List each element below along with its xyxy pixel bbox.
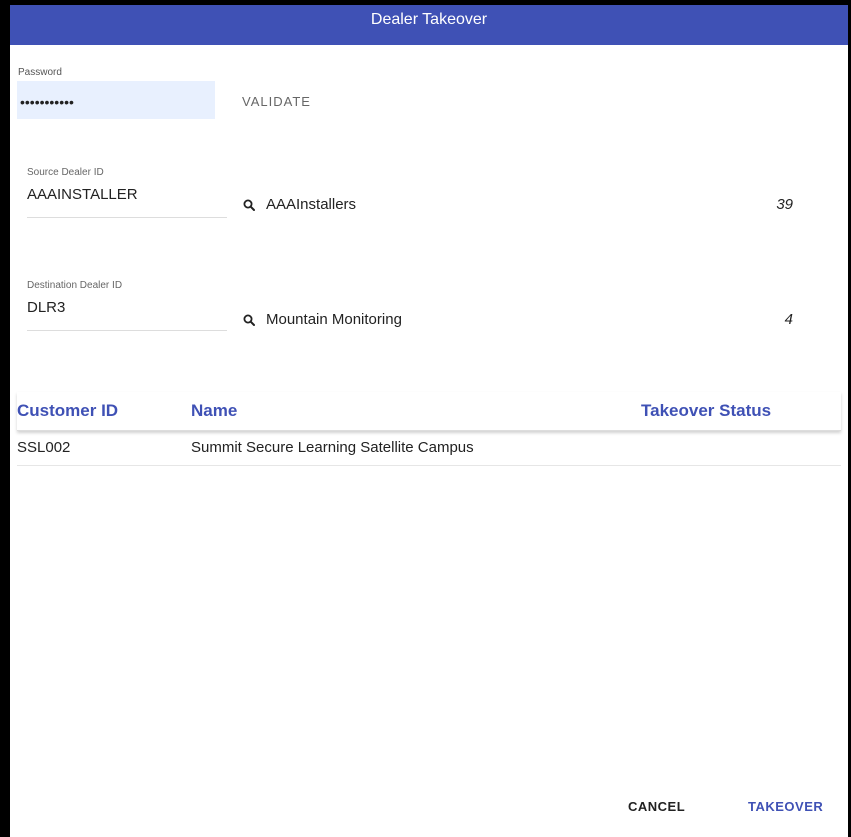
destination-dealer-id-input[interactable]: DLR3 xyxy=(27,299,65,316)
column-header-takeover-status[interactable]: Takeover Status xyxy=(641,401,771,421)
dealer-takeover-dialog: Dealer Takeover Password ••••••••••• VAL… xyxy=(0,0,851,837)
password-input[interactable]: ••••••••••• xyxy=(20,94,74,110)
column-header-customer-id[interactable]: Customer ID xyxy=(17,401,118,421)
table-row[interactable]: SSL002 Summit Secure Learning Satellite … xyxy=(17,431,841,466)
destination-dealer-id-label: Destination Dealer ID xyxy=(27,280,123,291)
source-dealer-id-label: Source Dealer ID xyxy=(27,167,104,178)
source-dealer-count: 39 xyxy=(776,196,793,213)
takeover-button[interactable]: TAKEOVER xyxy=(748,799,823,814)
destination-dealer-count: 4 xyxy=(784,311,793,328)
password-label: Password xyxy=(18,67,62,78)
source-dealer-name: AAAInstallers xyxy=(266,196,357,213)
cell-customer-id: SSL002 xyxy=(17,439,71,456)
source-dealer-id-input[interactable]: AAAINSTALLER xyxy=(27,186,138,203)
cell-name: Summit Secure Learning Satellite Campus xyxy=(191,439,474,456)
search-icon[interactable] xyxy=(243,199,255,211)
source-dealer-id-field[interactable]: Source Dealer ID AAAINSTALLER xyxy=(27,167,227,218)
search-icon[interactable] xyxy=(243,314,255,326)
dialog-title-bar: Dealer Takeover xyxy=(10,5,848,45)
table-header: Customer ID Name Takeover Status xyxy=(17,392,841,431)
cancel-button[interactable]: CANCEL xyxy=(628,799,685,814)
validate-button[interactable]: VALIDATE xyxy=(242,94,311,109)
customer-table: Customer ID Name Takeover Status SSL002 … xyxy=(17,392,841,466)
column-header-name[interactable]: Name xyxy=(191,401,237,421)
dialog-title: Dealer Takeover xyxy=(370,11,488,28)
destination-dealer-id-field[interactable]: Destination Dealer ID DLR3 xyxy=(27,280,227,331)
destination-dealer-name: Mountain Monitoring xyxy=(266,311,402,328)
